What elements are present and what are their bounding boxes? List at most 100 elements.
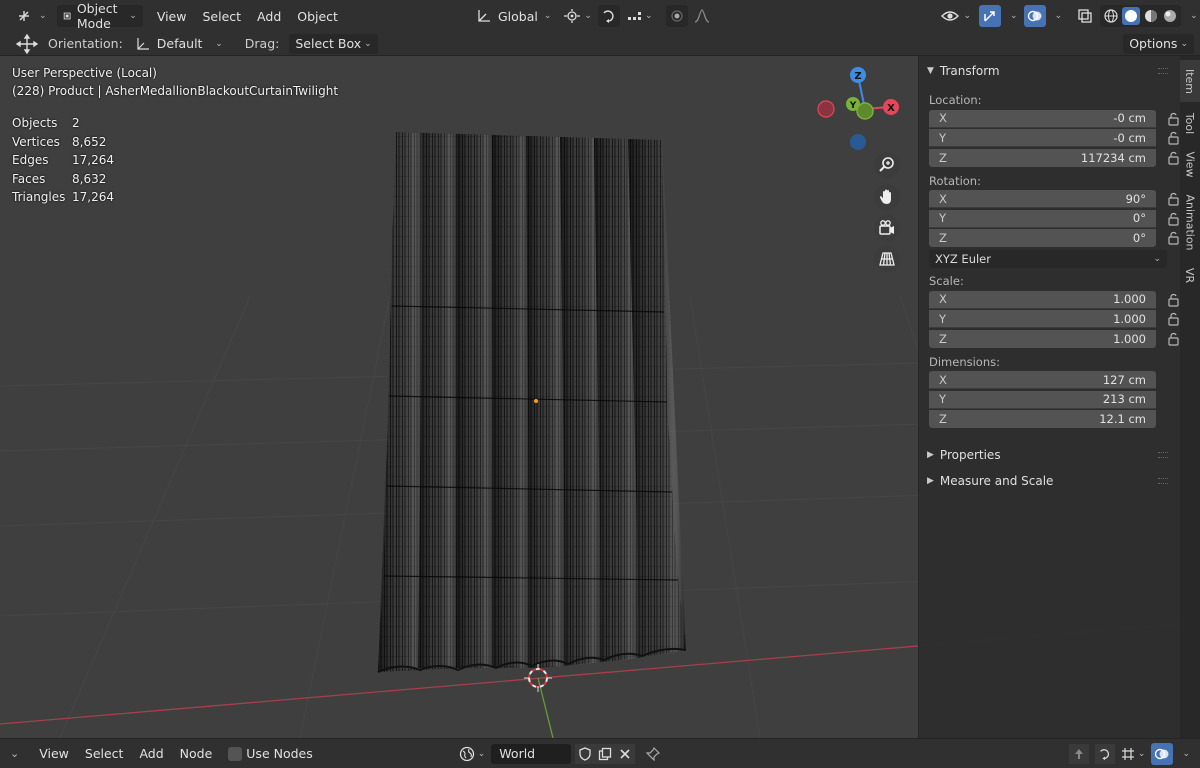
hand-pan-icon bbox=[879, 189, 891, 204]
location-y-field[interactable]: Y -0 cm bbox=[929, 129, 1156, 148]
orientation-label: Global bbox=[497, 8, 538, 24]
drag-grip-icon[interactable] bbox=[1158, 68, 1168, 74]
lock-icon[interactable] bbox=[1166, 112, 1180, 126]
menu-view[interactable]: View bbox=[31, 746, 77, 761]
orientation-dropdown[interactable]: Default ⌄ bbox=[129, 34, 229, 54]
lock-icon[interactable] bbox=[1166, 212, 1180, 226]
axis-label: Z bbox=[939, 150, 947, 165]
tab-item[interactable]: Item bbox=[1180, 60, 1200, 102]
rotation-x-field[interactable]: X 90° bbox=[929, 190, 1156, 209]
fake-user-button[interactable] bbox=[575, 743, 596, 764]
node-overlay-toggle[interactable] bbox=[1151, 742, 1174, 765]
lock-icon[interactable] bbox=[1166, 293, 1180, 307]
zoom-button[interactable] bbox=[874, 152, 900, 178]
tab-tool[interactable]: Tool bbox=[1180, 104, 1200, 142]
location-x-field[interactable]: X -0 cm bbox=[929, 109, 1156, 128]
dimensions-x-field[interactable]: X 127 cm bbox=[929, 371, 1156, 390]
field-value: 12.1 cm bbox=[1099, 412, 1146, 427]
drag-dropdown[interactable]: Select Box ⌄ bbox=[289, 33, 378, 54]
falloff-dropdown[interactable] bbox=[688, 5, 716, 27]
field-value: -0 cm bbox=[1113, 111, 1146, 126]
menu-node[interactable]: Node bbox=[172, 746, 221, 761]
use-nodes-checkbox[interactable] bbox=[228, 746, 243, 761]
lock-icon[interactable] bbox=[1166, 312, 1180, 326]
rotation-y-field[interactable]: Y 0° bbox=[929, 209, 1156, 228]
proportional-edit-toggle[interactable] bbox=[666, 5, 689, 27]
scale-y-field[interactable]: Y 1.000 bbox=[929, 310, 1156, 329]
gizmo-toggle[interactable] bbox=[979, 5, 1002, 27]
pin-button[interactable] bbox=[643, 744, 663, 764]
menu-object[interactable]: Object bbox=[289, 9, 346, 24]
chevron-down-icon: ⌄ bbox=[1190, 11, 1198, 21]
measure-scale-panel-header[interactable]: ▶ Measure and Scale bbox=[919, 469, 1180, 493]
perspective-toggle-button[interactable] bbox=[874, 246, 900, 272]
tab-view[interactable]: View bbox=[1180, 144, 1200, 184]
chevron-down-icon: ⌄ bbox=[1180, 38, 1188, 49]
node-overlay-dropdown[interactable]: ⌄ bbox=[1173, 743, 1196, 765]
editor-type-button[interactable]: ⌄ bbox=[10, 5, 53, 27]
properties-panel-header[interactable]: ▶ Properties bbox=[919, 443, 1180, 467]
node-snap-dropdown[interactable]: ⌄ bbox=[1115, 743, 1152, 765]
overlay-toggle[interactable] bbox=[1023, 5, 1046, 27]
lock-icon[interactable] bbox=[1166, 131, 1180, 145]
drag-grip-icon[interactable] bbox=[1158, 452, 1168, 458]
stat-value: 8,652 bbox=[72, 134, 107, 149]
world-name-field[interactable]: World bbox=[491, 743, 572, 764]
world-browse-button[interactable]: ⌄ bbox=[453, 743, 492, 765]
pan-button[interactable] bbox=[874, 184, 900, 210]
overlay-icon bbox=[1027, 10, 1042, 22]
lock-icon[interactable] bbox=[1166, 231, 1180, 245]
shading-rendered-icon[interactable] bbox=[1162, 8, 1178, 24]
pivot-point-dropdown[interactable]: ⌄ bbox=[557, 5, 598, 27]
rotation-mode-dropdown[interactable]: XYZ Euler ⌄ bbox=[929, 250, 1167, 268]
dimensions-z-field[interactable]: Z 12.1 cm bbox=[929, 410, 1156, 429]
lock-icon[interactable] bbox=[1166, 192, 1180, 206]
rotation-z-field[interactable]: Z 0° bbox=[929, 229, 1156, 248]
xray-toggle[interactable] bbox=[1074, 5, 1096, 27]
menu-view[interactable]: View bbox=[149, 9, 195, 24]
transform-tool-icon[interactable] bbox=[16, 33, 38, 54]
visibility-dropdown[interactable]: ⌄ bbox=[934, 5, 977, 27]
gizmo-dropdown[interactable]: ⌄ bbox=[1001, 5, 1024, 27]
snap-toggle[interactable] bbox=[597, 5, 620, 27]
transform-orientation-dropdown[interactable]: Global ⌄ bbox=[470, 5, 557, 27]
lock-icon[interactable] bbox=[1166, 332, 1180, 346]
node-editor-menu: View Select Add Node bbox=[31, 746, 220, 761]
duplicate-world-button[interactable] bbox=[595, 743, 616, 764]
menu-add[interactable]: Add bbox=[131, 746, 171, 761]
scale-x-field[interactable]: X 1.000 bbox=[929, 290, 1156, 309]
object-info-label: (228) Product | AsherMedallionBlackoutCu… bbox=[12, 84, 339, 98]
lock-icon[interactable] bbox=[1166, 151, 1180, 165]
scale-z-field[interactable]: Z 1.000 bbox=[929, 329, 1156, 348]
chevron-down-icon: ⌄ bbox=[129, 11, 137, 21]
chevron-down-icon: ⌄ bbox=[39, 11, 47, 21]
navigation-gizmo[interactable]: Z X Y bbox=[817, 67, 899, 150]
shading-wireframe-icon[interactable] bbox=[1103, 8, 1119, 24]
tab-vr[interactable]: VR bbox=[1180, 260, 1200, 290]
stat-row: Objects 2 bbox=[12, 114, 114, 133]
location-z-field[interactable]: Z 117234 cm bbox=[929, 148, 1156, 167]
camera-view-button[interactable] bbox=[874, 215, 900, 241]
node-editor-header: ⌄ View Select Add Node Use Nodes ⌄ World… bbox=[0, 738, 1200, 768]
options-dropdown[interactable]: Options ⌄ bbox=[1123, 33, 1194, 54]
menu-select[interactable]: Select bbox=[77, 746, 132, 761]
mode-dropdown[interactable]: Object Mode ⌄ bbox=[56, 1, 143, 31]
menu-add[interactable]: Add bbox=[249, 9, 289, 24]
dimensions-y-field[interactable]: Y 213 cm bbox=[929, 390, 1156, 409]
unlink-world-button[interactable] bbox=[615, 743, 636, 764]
parent-node-tree-button[interactable] bbox=[1068, 743, 1089, 764]
chevron-down-icon[interactable]: ⌄ bbox=[10, 747, 19, 760]
tab-animation[interactable]: Animation bbox=[1180, 186, 1200, 258]
snap-target-dropdown[interactable]: ⌄ bbox=[620, 5, 659, 27]
pivot-icon bbox=[564, 9, 581, 23]
shading-material-icon[interactable] bbox=[1143, 8, 1159, 24]
transform-panel-header[interactable]: ▼ Transform bbox=[919, 59, 1180, 83]
drag-grip-icon[interactable] bbox=[1158, 478, 1168, 484]
chevron-down-icon: ⌄ bbox=[477, 748, 486, 759]
world-name: World bbox=[499, 746, 536, 761]
shading-solid-icon[interactable] bbox=[1122, 7, 1141, 25]
overlay-dropdown[interactable]: ⌄ bbox=[1046, 5, 1069, 27]
shading-dropdown[interactable]: ⌄ bbox=[1181, 5, 1200, 27]
menu-select[interactable]: Select bbox=[194, 9, 249, 24]
node-snap-toggle[interactable] bbox=[1094, 743, 1115, 764]
